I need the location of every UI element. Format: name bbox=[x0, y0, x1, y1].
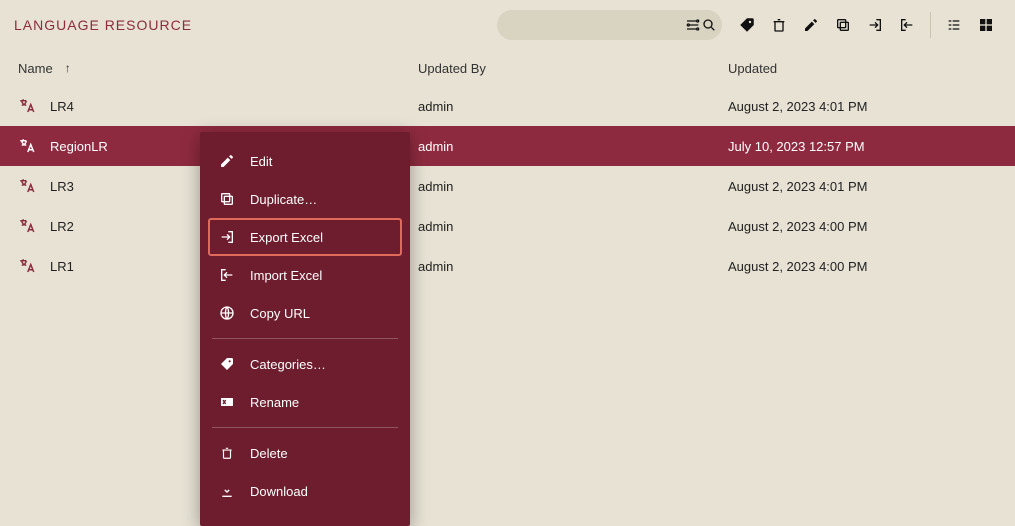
row-updated: August 2, 2023 4:00 PM bbox=[728, 219, 867, 234]
menu-categories[interactable]: Categories… bbox=[200, 345, 410, 383]
import-icon bbox=[218, 266, 236, 284]
menu-separator bbox=[212, 427, 398, 428]
row-updated: July 10, 2023 12:57 PM bbox=[728, 139, 865, 154]
row-name: LR1 bbox=[50, 259, 74, 274]
duplicate-icon[interactable] bbox=[828, 10, 858, 40]
row-updated-by: admin bbox=[418, 219, 453, 234]
language-icon bbox=[18, 217, 36, 235]
table-row[interactable]: LR4 admin August 2, 2023 4:01 PM bbox=[0, 86, 1015, 126]
column-header-updated-by[interactable]: Updated By bbox=[418, 61, 728, 76]
search-input[interactable] bbox=[509, 18, 685, 33]
menu-import-excel[interactable]: Import Excel bbox=[200, 256, 410, 294]
row-updated: August 2, 2023 4:00 PM bbox=[728, 259, 867, 274]
menu-duplicate[interactable]: Duplicate… bbox=[200, 180, 410, 218]
table-header: Name ↑ Updated By Updated bbox=[0, 50, 1015, 86]
menu-rename-label: Rename bbox=[250, 395, 299, 410]
row-updated-by: admin bbox=[418, 139, 453, 154]
export-icon[interactable] bbox=[860, 10, 890, 40]
list-view-icon[interactable] bbox=[939, 10, 969, 40]
language-icon bbox=[18, 137, 36, 155]
page-title: LANGUAGE RESOURCE bbox=[14, 17, 192, 33]
row-updated-by: admin bbox=[418, 179, 453, 194]
menu-download[interactable]: Download bbox=[200, 472, 410, 510]
tag-icon bbox=[218, 355, 236, 373]
trash-icon bbox=[218, 444, 236, 462]
row-updated-by: admin bbox=[418, 259, 453, 274]
import-icon[interactable] bbox=[892, 10, 922, 40]
table-row[interactable]: LR1 admin August 2, 2023 4:00 PM bbox=[0, 246, 1015, 286]
row-updated: August 2, 2023 4:01 PM bbox=[728, 179, 867, 194]
menu-export-excel-label: Export Excel bbox=[250, 230, 323, 245]
menu-delete-label: Delete bbox=[250, 446, 288, 461]
row-name: LR2 bbox=[50, 219, 74, 234]
tag-icon[interactable] bbox=[732, 10, 762, 40]
menu-import-excel-label: Import Excel bbox=[250, 268, 322, 283]
menu-categories-label: Categories… bbox=[250, 357, 326, 372]
edit-icon[interactable] bbox=[796, 10, 826, 40]
table-row[interactable]: RegionLR admin July 10, 2023 12:57 PM bbox=[0, 126, 1015, 166]
column-header-name[interactable]: Name ↑ bbox=[18, 61, 418, 76]
menu-edit-label: Edit bbox=[250, 154, 272, 169]
menu-delete[interactable]: Delete bbox=[200, 434, 410, 472]
menu-separator bbox=[212, 338, 398, 339]
language-icon bbox=[18, 177, 36, 195]
search-wrapper bbox=[497, 10, 722, 40]
edit-icon bbox=[218, 152, 236, 170]
row-name: LR4 bbox=[50, 99, 74, 114]
menu-copy-url-label: Copy URL bbox=[250, 306, 310, 321]
menu-rename[interactable]: Rename bbox=[200, 383, 410, 421]
duplicate-icon bbox=[218, 190, 236, 208]
search-icon[interactable] bbox=[701, 10, 717, 40]
sort-ascending-icon: ↑ bbox=[65, 61, 71, 75]
download-icon bbox=[218, 482, 236, 500]
toolbar-separator bbox=[930, 12, 931, 38]
table-row[interactable]: LR3 admin August 2, 2023 4:01 PM bbox=[0, 166, 1015, 206]
filter-icon[interactable] bbox=[685, 10, 701, 40]
menu-export-excel[interactable]: Export Excel bbox=[208, 218, 402, 256]
context-menu: Edit Duplicate… Export Excel Import Exce… bbox=[200, 132, 410, 526]
column-updated-label: Updated bbox=[728, 61, 777, 76]
column-name-label: Name bbox=[18, 61, 53, 76]
rename-icon bbox=[218, 393, 236, 411]
column-updated-by-label: Updated By bbox=[418, 61, 486, 76]
table-row[interactable]: LR2 admin August 2, 2023 4:00 PM bbox=[0, 206, 1015, 246]
language-icon bbox=[18, 257, 36, 275]
toolbar bbox=[732, 10, 1001, 40]
grid-view-icon[interactable] bbox=[971, 10, 1001, 40]
menu-copy-url[interactable]: Copy URL bbox=[200, 294, 410, 332]
delete-icon[interactable] bbox=[764, 10, 794, 40]
row-name: LR3 bbox=[50, 179, 74, 194]
language-icon bbox=[18, 97, 36, 115]
row-updated: August 2, 2023 4:01 PM bbox=[728, 99, 867, 114]
menu-duplicate-label: Duplicate… bbox=[250, 192, 317, 207]
menu-download-label: Download bbox=[250, 484, 308, 499]
row-name: RegionLR bbox=[50, 139, 108, 154]
column-header-updated[interactable]: Updated bbox=[728, 61, 997, 76]
globe-icon bbox=[218, 304, 236, 322]
export-icon bbox=[218, 228, 236, 246]
row-updated-by: admin bbox=[418, 99, 453, 114]
menu-edit[interactable]: Edit bbox=[200, 142, 410, 180]
